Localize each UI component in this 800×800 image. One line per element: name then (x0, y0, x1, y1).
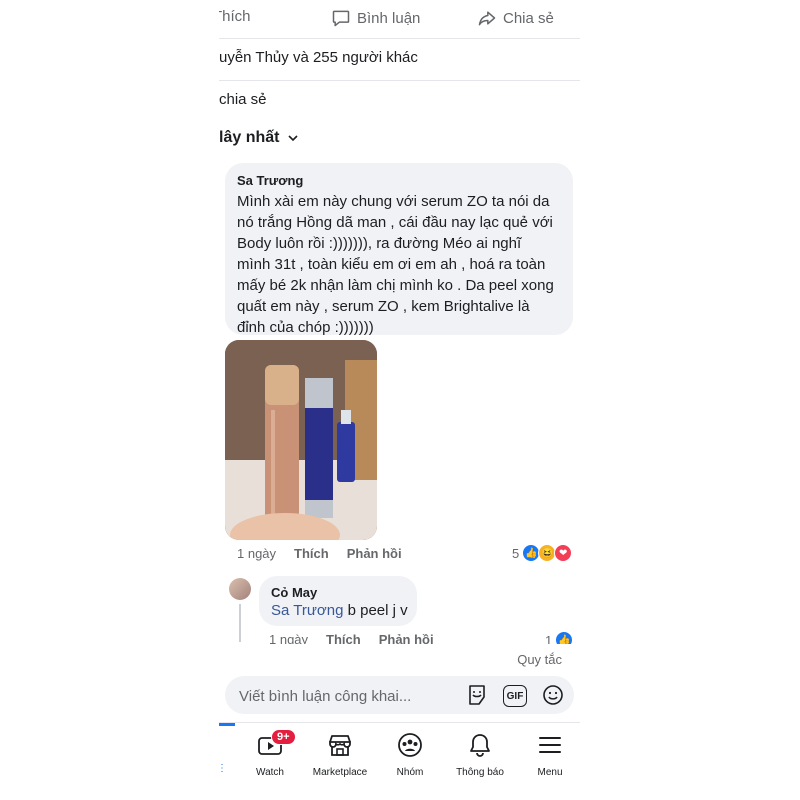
comment-text: Mình xài em này chung với serum ZO ta nó… (237, 193, 554, 336)
reply-text: b peel j v (347, 602, 408, 619)
reaction-count: 5 (512, 545, 520, 561)
marketplace-icon (329, 735, 351, 756)
chevron-down-icon (288, 135, 299, 142)
nav-menu[interactable]: Menu (515, 731, 580, 778)
bottom-nav: 9+ Watch Marketplace Nhóm Thông báo Menu (219, 722, 580, 800)
reply-author[interactable]: Cỏ May (271, 585, 317, 600)
reactors-summary[interactable]: uyễn Thủy và 255 người khác (219, 49, 418, 66)
post-action-bar: Thích Bình luận Chia sẻ (219, 0, 580, 36)
nav-label: Menu (537, 767, 563, 778)
love-icon: ❤ (554, 544, 573, 562)
nav-groups[interactable]: Nhóm (375, 731, 445, 778)
nav-label: Watch (256, 767, 284, 778)
shares-count[interactable]: chia sẻ (219, 91, 267, 108)
avatar[interactable] (229, 578, 251, 600)
divider (219, 38, 580, 39)
comment-photo[interactable] (225, 340, 377, 540)
sticker-icon[interactable] (465, 683, 489, 707)
comment-composer[interactable]: GIF (225, 676, 574, 716)
groups-icon (398, 733, 422, 757)
like-label: Thích (219, 8, 251, 25)
hamburger-menu-icon (539, 737, 561, 753)
gif-button[interactable]: GIF (503, 685, 527, 707)
reply-bubble[interactable]: Cỏ May Sa Trương b peel j v (259, 576, 417, 626)
watch-badge: 9+ (271, 729, 296, 745)
fade-overlay (219, 644, 580, 652)
reply-mention[interactable]: Sa Trương (271, 602, 343, 619)
facebook-comments-screen: Thích Bình luận Chia sẻ uyễn Thủy và 255… (219, 0, 580, 800)
comment-bubble[interactable]: Sa Trương Mình xài em này chung với seru… (225, 163, 573, 336)
sort-label: lây nhất (219, 129, 280, 146)
bell-icon (470, 734, 490, 757)
like-button[interactable]: Thích (219, 8, 251, 25)
nav-label: Marketplace (312, 767, 368, 778)
gif-label: GIF (506, 690, 524, 702)
reply-text-line: Sa Trương b peel j v (271, 602, 408, 619)
comment-meta: 1 ngày Thích Phản hồi (237, 546, 402, 561)
emoji-icon[interactable] (541, 683, 565, 707)
nav-marketplace[interactable]: Marketplace (305, 731, 375, 778)
comment-reply-button[interactable]: Phản hồi (347, 546, 402, 561)
comment-sort-dropdown[interactable]: lây nhất (219, 129, 299, 147)
comment-author[interactable]: Sa Trương (237, 173, 303, 188)
share-icon (478, 11, 496, 26)
share-button[interactable]: Chia sẻ (477, 8, 554, 28)
nav-label: Nhóm (396, 767, 424, 778)
divider (219, 80, 580, 81)
active-tab-indicator (219, 723, 235, 726)
comment-reactions[interactable]: 5 👍 😆 ❤ (512, 544, 573, 562)
comment-button[interactable]: Bình luận (331, 8, 420, 28)
partial-nav-label: ⋮ (219, 763, 227, 774)
comment-time: 1 ngày (237, 546, 277, 561)
nav-label: Thông báo (456, 767, 504, 778)
share-label: Chia sẻ (503, 9, 554, 27)
comment-input[interactable] (237, 676, 461, 716)
comment-like-button[interactable]: Thích (294, 546, 329, 561)
comment-icon (332, 10, 350, 27)
comment-label: Bình luận (357, 9, 421, 27)
skincare-products-image (225, 340, 377, 540)
nav-notifications[interactable]: Thông báo (445, 731, 515, 778)
thread-line (239, 604, 241, 642)
rules-link[interactable]: Quy tắc (517, 652, 562, 667)
nav-watch[interactable]: 9+ Watch (235, 729, 305, 778)
